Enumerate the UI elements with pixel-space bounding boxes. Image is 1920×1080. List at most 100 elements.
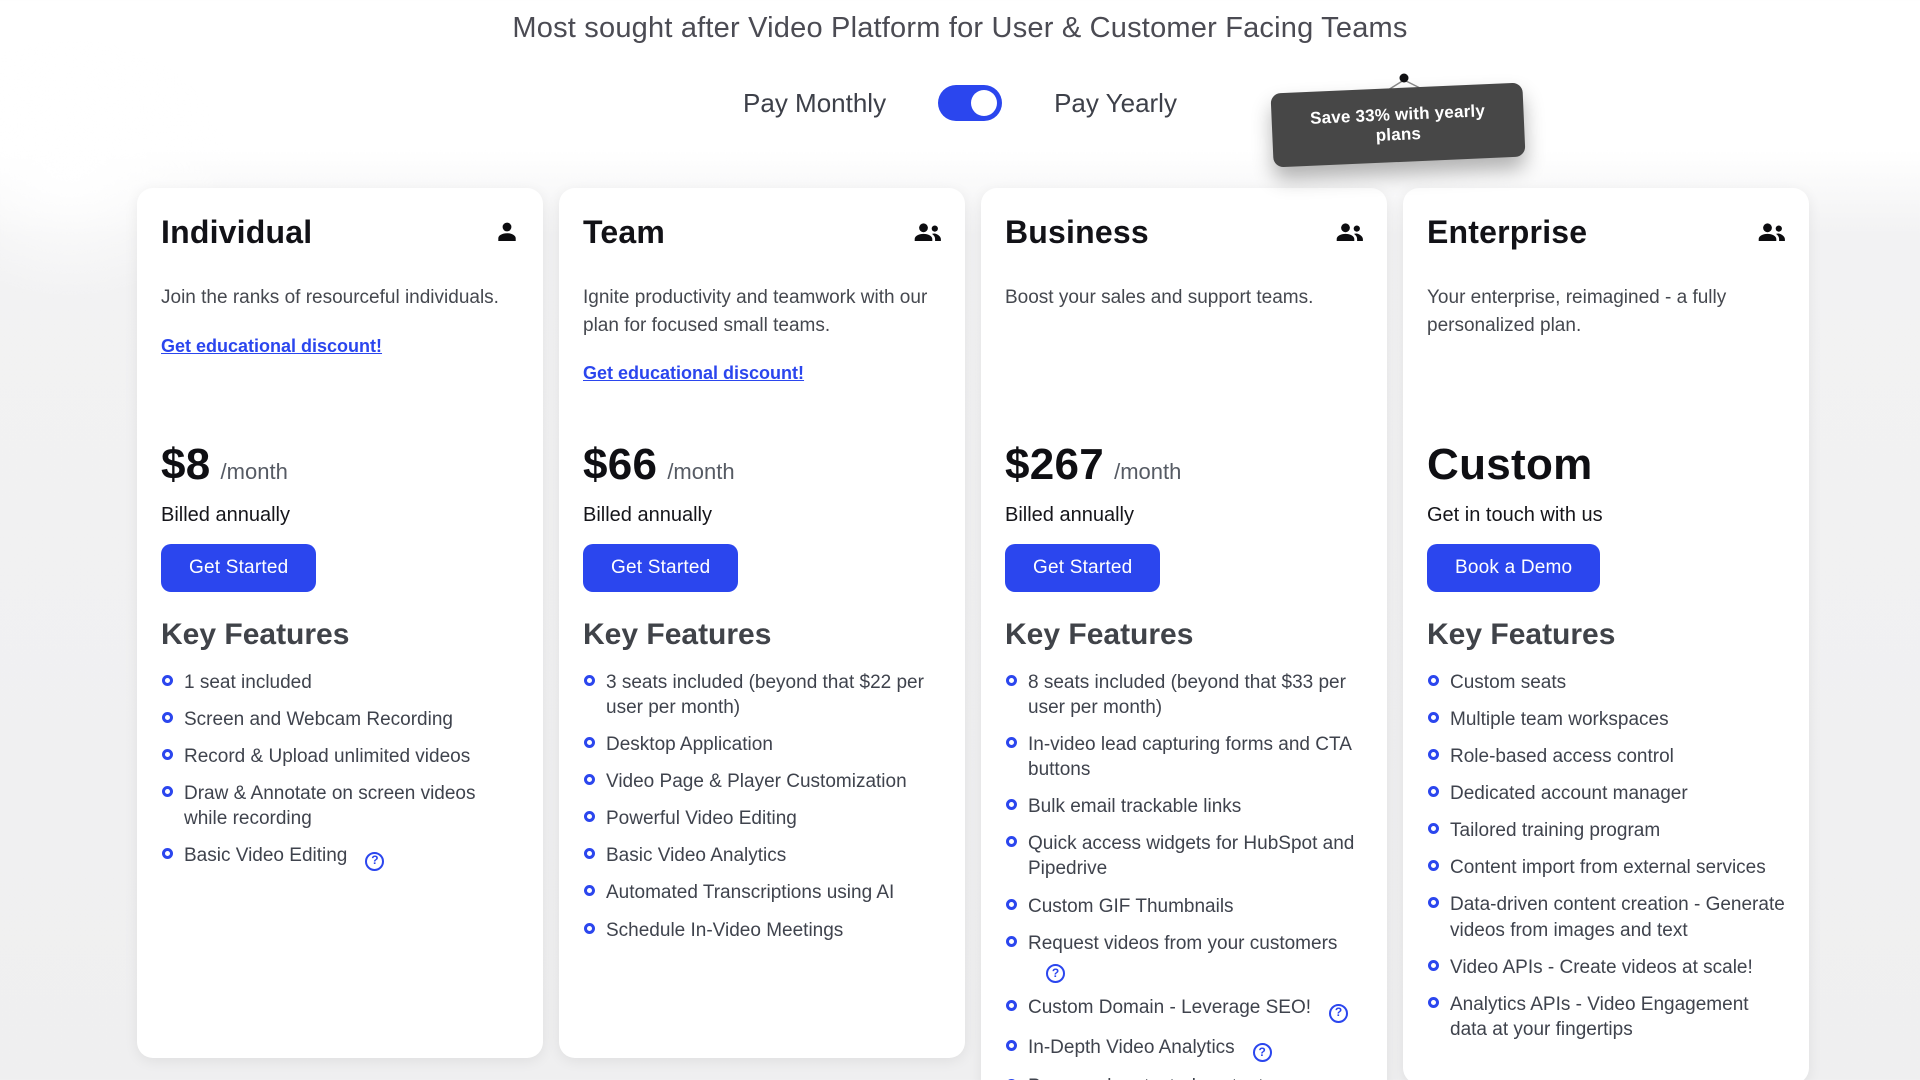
toggle-knob <box>971 90 997 116</box>
bullet-icon <box>584 848 595 859</box>
plan-card-team: Team Ignite productivity and teamwork wi… <box>559 188 965 1058</box>
plan-card-enterprise: Enterprise Your enterprise, reimagined -… <box>1403 188 1809 1080</box>
key-features-heading: Key Features <box>1427 618 1785 652</box>
plan-title: Business <box>1005 214 1149 251</box>
bullet-icon <box>584 675 595 686</box>
feature-text: Quick access widgets for HubSpot and Pip… <box>1028 831 1363 881</box>
feature-text: Bulk email trackable links <box>1028 794 1241 819</box>
bullet-icon <box>162 712 173 723</box>
educational-discount-link[interactable]: Get educational discount! <box>583 363 804 384</box>
feature-item: Multiple team workspaces <box>1427 707 1785 732</box>
feature-item: Content import from external services <box>1427 855 1785 880</box>
bullet-icon <box>1006 936 1017 947</box>
key-features-heading: Key Features <box>1005 618 1363 652</box>
bullet-icon <box>1428 960 1439 971</box>
feature-item: 8 seats included (beyond that $33 per us… <box>1005 670 1363 720</box>
feature-text: Draw & Annotate on screen videos while r… <box>184 781 519 831</box>
bullet-icon <box>1428 712 1439 723</box>
feature-item: Quick access widgets for HubSpot and Pip… <box>1005 831 1363 881</box>
people-icon <box>913 214 941 244</box>
help-icon[interactable]: ? <box>1329 1004 1348 1023</box>
feature-text: Password protected content <box>1028 1074 1264 1080</box>
billing-note: Billed annually <box>583 504 941 530</box>
bullet-icon <box>584 774 595 785</box>
key-features-heading: Key Features <box>161 618 519 652</box>
plan-title: Enterprise <box>1427 214 1587 251</box>
help-icon[interactable]: ? <box>1046 964 1065 983</box>
feature-item: Custom GIF Thumbnails <box>1005 894 1363 919</box>
feature-item: 1 seat included <box>161 670 519 695</box>
feature-item: Dedicated account manager <box>1427 781 1785 806</box>
bullet-icon <box>1006 1000 1017 1011</box>
feature-item: Video APIs - Create videos at scale! <box>1427 955 1785 980</box>
bullet-icon <box>1428 823 1439 834</box>
price-period: /month <box>221 459 288 485</box>
help-icon[interactable]: ? <box>1253 1043 1272 1062</box>
bullet-icon <box>1006 675 1017 686</box>
feature-item: In-video lead capturing forms and CTA bu… <box>1005 732 1363 782</box>
feature-list: 8 seats included (beyond that $33 per us… <box>1005 670 1363 1080</box>
feature-text: In-Depth Video Analytics? <box>1028 1035 1272 1062</box>
feature-text: 1 seat included <box>184 670 312 695</box>
feature-text: Screen and Webcam Recording <box>184 707 453 732</box>
bullet-icon <box>584 811 595 822</box>
price-period: /month <box>1114 459 1181 485</box>
feature-text: Data-driven content creation - Generate … <box>1450 892 1785 942</box>
pay-monthly-label: Pay Monthly <box>743 88 886 119</box>
bullet-icon <box>1428 897 1439 908</box>
bullet-icon <box>1428 997 1439 1008</box>
feature-text: Custom Domain - Leverage SEO!? <box>1028 995 1348 1022</box>
billing-note: Billed annually <box>161 504 519 530</box>
plan-title: Individual <box>161 214 312 251</box>
feature-text: Multiple team workspaces <box>1450 707 1669 732</box>
billing-note: Billed annually <box>1005 504 1363 530</box>
feature-text: Schedule In-Video Meetings <box>606 918 843 943</box>
feature-item: Analytics APIs - Video Engagement data a… <box>1427 992 1785 1042</box>
bullet-icon <box>1006 737 1017 748</box>
bullet-icon <box>162 848 173 859</box>
feature-text: Automated Transcriptions using AI <box>606 880 894 905</box>
feature-item: Record & Upload unlimited videos <box>161 744 519 769</box>
feature-text: Dedicated account manager <box>1450 781 1688 806</box>
feature-text: Basic Video Analytics <box>606 843 786 868</box>
bullet-icon <box>162 749 173 760</box>
key-features-heading: Key Features <box>583 618 941 652</box>
feature-text: Custom seats <box>1450 670 1566 695</box>
feature-text: Record & Upload unlimited videos <box>184 744 470 769</box>
help-icon[interactable]: ? <box>365 852 384 871</box>
feature-item: Request videos from your customers? <box>1005 931 1363 983</box>
plan-card-business: Business Boost your sales and support te… <box>981 188 1387 1080</box>
plan-price: Custom <box>1427 440 1593 490</box>
feature-item: Schedule In-Video Meetings <box>583 918 941 943</box>
feature-item: Basic Video Editing? <box>161 843 519 870</box>
educational-discount-link[interactable]: Get educational discount! <box>161 336 382 357</box>
feature-text: Request videos from your customers? <box>1028 931 1363 983</box>
plan-title: Team <box>583 214 665 251</box>
feature-list: 1 seat included Screen and Webcam Record… <box>161 670 519 871</box>
feature-text: Tailored training program <box>1450 818 1660 843</box>
book-demo-button[interactable]: Book a Demo <box>1427 544 1600 592</box>
get-started-button[interactable]: Get Started <box>583 544 738 592</box>
plan-price: $66 <box>583 440 657 490</box>
people-icon <box>1757 214 1785 244</box>
bullet-icon <box>1006 836 1017 847</box>
feature-list: Custom seats Multiple team workspaces Ro… <box>1427 670 1785 1042</box>
plan-price: $8 <box>161 440 211 490</box>
plan-description: Ignite productivity and teamwork with ou… <box>583 284 941 339</box>
price-period: /month <box>667 459 734 485</box>
people-icon <box>1335 214 1363 244</box>
feature-item: Role-based access control <box>1427 744 1785 769</box>
bullet-icon <box>1428 675 1439 686</box>
feature-text: Powerful Video Editing <box>606 806 797 831</box>
bullet-icon <box>162 786 173 797</box>
get-started-button[interactable]: Get Started <box>1005 544 1160 592</box>
bullet-icon <box>584 885 595 896</box>
feature-text: Video APIs - Create videos at scale! <box>1450 955 1753 980</box>
get-started-button[interactable]: Get Started <box>161 544 316 592</box>
feature-text: In-video lead capturing forms and CTA bu… <box>1028 732 1363 782</box>
feature-list: 3 seats included (beyond that $22 per us… <box>583 670 941 943</box>
bullet-icon <box>584 737 595 748</box>
feature-text: Desktop Application <box>606 732 773 757</box>
billing-toggle[interactable] <box>938 85 1002 121</box>
feature-item: Bulk email trackable links <box>1005 794 1363 819</box>
